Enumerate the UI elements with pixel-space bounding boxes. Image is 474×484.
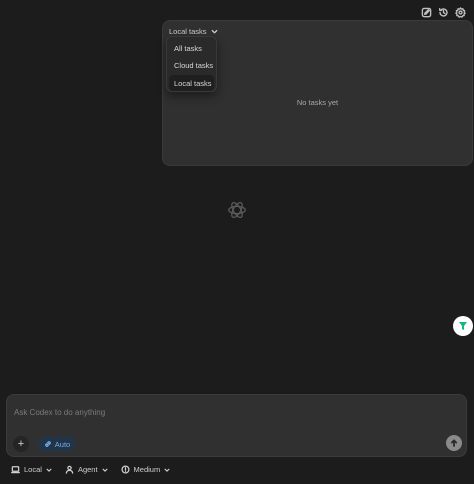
laptop-icon: [11, 466, 20, 474]
extension-badge[interactable]: [453, 316, 473, 336]
task-filter-menu: All tasks Cloud tasks Local tasks: [166, 36, 217, 92]
history-icon[interactable]: [438, 7, 449, 18]
new-task-icon[interactable]: [421, 7, 432, 18]
task-filter-label: Local tasks: [169, 27, 207, 36]
funnel-icon: [459, 322, 467, 330]
chevron-down-icon: [164, 468, 170, 472]
composer: + Auto: [6, 394, 467, 457]
openai-logo-icon: [226, 199, 248, 221]
agent-icon: [65, 465, 74, 474]
send-button[interactable]: [446, 435, 462, 451]
environment-selector[interactable]: Local: [11, 465, 52, 474]
empty-state-text: No tasks yet: [296, 98, 339, 107]
task-filter-dropdown-toggle[interactable]: Local tasks: [169, 27, 218, 36]
chevron-down-icon: [102, 468, 108, 472]
agent-selector[interactable]: Agent: [65, 465, 108, 474]
environment-label: Local: [24, 465, 42, 474]
reasoning-icon: [120, 465, 130, 474]
menu-item-cloud-tasks[interactable]: Cloud tasks: [169, 58, 214, 74]
approval-mode-button[interactable]: Auto: [38, 436, 76, 452]
arrow-up-icon: [450, 439, 458, 447]
menu-item-all-tasks[interactable]: All tasks: [169, 40, 214, 56]
agent-label: Agent: [77, 465, 98, 474]
settings-icon[interactable]: [455, 7, 466, 18]
reasoning-selector[interactable]: Medium: [120, 465, 171, 474]
prompt-input[interactable]: [14, 405, 434, 419]
reasoning-label: Medium: [133, 465, 161, 474]
header-actions: [421, 7, 466, 18]
plus-icon: +: [17, 437, 25, 450]
codex-panel: Local tasks No tasks yet All tasks Cloud…: [0, 0, 474, 484]
link-icon: [44, 441, 51, 447]
menu-item-local-tasks[interactable]: Local tasks: [169, 75, 214, 91]
chevron-down-icon: [211, 29, 217, 34]
add-attachment-button[interactable]: +: [13, 436, 29, 452]
chevron-down-icon: [46, 468, 52, 472]
approval-mode-label: Auto: [54, 439, 71, 449]
bottom-bar: Local Agent Medium: [11, 465, 170, 474]
